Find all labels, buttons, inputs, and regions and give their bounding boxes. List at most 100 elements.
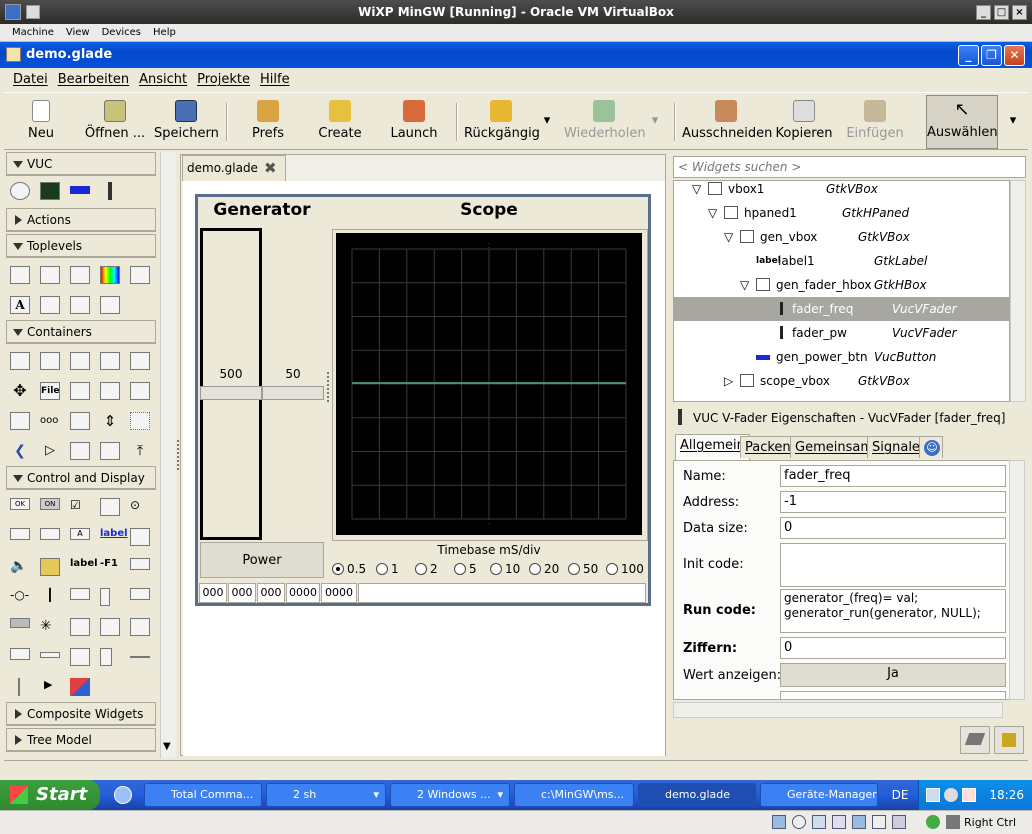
palette-group-composite[interactable]: Composite Widgets (6, 702, 156, 726)
restore-button[interactable]: ❐ (981, 45, 1002, 66)
image-icon[interactable] (40, 558, 60, 576)
fader-freq[interactable]: 500 (200, 228, 262, 540)
eraser-button[interactable] (960, 726, 990, 754)
redo-button[interactable]: Wiederholen (564, 97, 646, 147)
tree-row[interactable]: label label1 GtkLabel (674, 249, 1009, 273)
window-icon[interactable] (10, 266, 30, 284)
vseparator-icon[interactable] (18, 678, 20, 696)
save-button[interactable]: Speichern (154, 97, 219, 147)
shared-folder-icon[interactable] (832, 815, 846, 829)
menu-ansicht[interactable]: Ansicht (134, 68, 192, 92)
assistant-icon[interactable] (100, 296, 120, 314)
copy-button[interactable]: Kopieren (774, 97, 834, 147)
display-icon[interactable] (872, 815, 886, 829)
combo-box-icon[interactable] (130, 588, 150, 600)
radio-button-icon[interactable]: ⊙ (130, 498, 150, 516)
clear-button[interactable] (994, 726, 1024, 754)
keyboard-icon[interactable] (946, 815, 960, 829)
chevron-down-icon[interactable]: ▼ (163, 741, 171, 752)
host-close-button[interactable]: × (1012, 5, 1027, 20)
paned-handle[interactable] (177, 440, 181, 470)
paned-icon[interactable] (130, 382, 150, 400)
tree-row[interactable]: ▽ vbox1 GtkVBox (674, 181, 1009, 201)
vuc-button-icon[interactable] (70, 186, 90, 194)
spinner-icon[interactable]: ✳ (40, 618, 60, 636)
open-button[interactable]: Öffnen ... (82, 97, 148, 147)
palette-group-toplevels[interactable]: Toplevels (6, 234, 156, 258)
network-tray-icon[interactable] (926, 788, 940, 802)
input-dialog-icon[interactable] (70, 296, 90, 314)
file-chooser-icon[interactable] (40, 296, 60, 314)
taskbar-item-demo-glade[interactable]: demo.glade (638, 783, 756, 807)
tree-row[interactable]: ▽ hpaned1 GtkHPaned (674, 201, 1009, 225)
vuc-knob-icon[interactable] (10, 182, 30, 200)
hdd-icon[interactable] (772, 815, 786, 829)
statusbar-icon[interactable] (10, 648, 30, 660)
handle-box-icon[interactable]: ❮ (10, 442, 30, 460)
tab-accessibility[interactable]: ☺ (919, 436, 943, 458)
tab-allgemein[interactable]: Allgemein (675, 434, 750, 460)
message-dialog-icon[interactable] (130, 266, 150, 284)
file-button-icon[interactable]: File (40, 382, 60, 400)
paned-handle[interactable] (327, 372, 331, 402)
recording-icon[interactable] (892, 815, 906, 829)
host-menu-help[interactable]: Help (147, 24, 182, 41)
calendar-icon[interactable] (70, 648, 90, 666)
properties-scrollbar[interactable] (1009, 460, 1025, 700)
expander-icon[interactable] (10, 412, 30, 430)
shapes-icon[interactable] (70, 678, 90, 696)
select-button[interactable]: ↖ Auswählen (926, 95, 998, 149)
ok-button-icon[interactable]: OK (10, 498, 30, 510)
hscale-icon[interactable]: -○- (10, 588, 30, 606)
expander-open-icon[interactable]: ▽ (740, 273, 749, 297)
host-maximize-button[interactable]: □ (994, 5, 1009, 20)
create-button[interactable]: Create (310, 97, 370, 147)
network-icon[interactable] (852, 815, 866, 829)
notebook-icon[interactable] (100, 352, 120, 370)
show-value-toggle[interactable]: Ja (780, 663, 1006, 687)
accel-label-icon[interactable] (130, 528, 150, 546)
undo-button[interactable]: Rückgängig (464, 97, 540, 147)
taskbar-item-geraete-manager[interactable]: Geräte-Manager (760, 783, 878, 807)
fader-freq-thumb[interactable] (200, 386, 262, 400)
taskbar-item-total-commander[interactable]: Total Comma... (144, 783, 262, 807)
tab-close-icon[interactable]: ✖ (264, 159, 277, 177)
init-code-field[interactable] (780, 543, 1006, 587)
datasize-field[interactable]: 0 (780, 517, 1006, 539)
fader-pw-thumb[interactable] (262, 386, 324, 400)
palette-group-control-display[interactable]: Control and Display (6, 466, 156, 490)
expander-open-icon[interactable]: ▽ (724, 225, 733, 249)
close-button[interactable]: ✕ (1004, 45, 1025, 66)
timebase-radio-50[interactable]: 50 (568, 562, 598, 576)
tree-row[interactable]: ▷ scope_vbox GtkVBox (674, 369, 1009, 393)
quicklaunch-icon[interactable] (114, 786, 132, 804)
host-menu-view[interactable]: View (60, 24, 96, 41)
launch-button[interactable]: Launch (384, 97, 444, 147)
table-icon[interactable] (70, 352, 90, 370)
scrolled-window-icon[interactable] (70, 442, 90, 460)
tree-row[interactable]: gen_power_btn VucButton (674, 345, 1009, 369)
vuc-fader-icon[interactable] (108, 182, 112, 200)
tab-gemeinsam[interactable]: Gemeinsam (790, 436, 878, 458)
taskbar-item-windows[interactable]: 2 Windows ... ▾ (390, 783, 510, 807)
taskbar-item-sh[interactable]: 2 sh ▾ (266, 783, 386, 807)
clock[interactable]: 18:26 (989, 788, 1024, 802)
link-label-icon[interactable]: label (100, 528, 128, 546)
palette-group-actions[interactable]: Actions (6, 208, 156, 232)
address-field[interactable]: -1 (780, 491, 1006, 513)
check-button-icon[interactable]: ☑ (70, 498, 90, 516)
drawing-area-icon[interactable]: ⤒ (130, 442, 150, 460)
ruler-icon[interactable] (100, 648, 112, 666)
power-button[interactable]: Power (200, 542, 324, 578)
icon-view-icon[interactable] (130, 618, 150, 636)
label-icon[interactable]: label (70, 558, 98, 576)
text-entry-icon[interactable] (130, 558, 150, 570)
taskbar-item-mingw[interactable]: c:\MinGW\ms... (514, 783, 634, 807)
vuc-scope-icon[interactable] (40, 182, 60, 200)
palette-group-vuc[interactable]: VUC (6, 152, 156, 176)
arrow-icon[interactable]: ▷ (40, 442, 60, 460)
tree-scrollbar[interactable] (1010, 180, 1026, 402)
digits-field[interactable]: 0 (780, 637, 1006, 659)
timebase-radio-5[interactable]: 5 (454, 562, 477, 576)
menu-datei[interactable]: Datei (8, 68, 53, 92)
